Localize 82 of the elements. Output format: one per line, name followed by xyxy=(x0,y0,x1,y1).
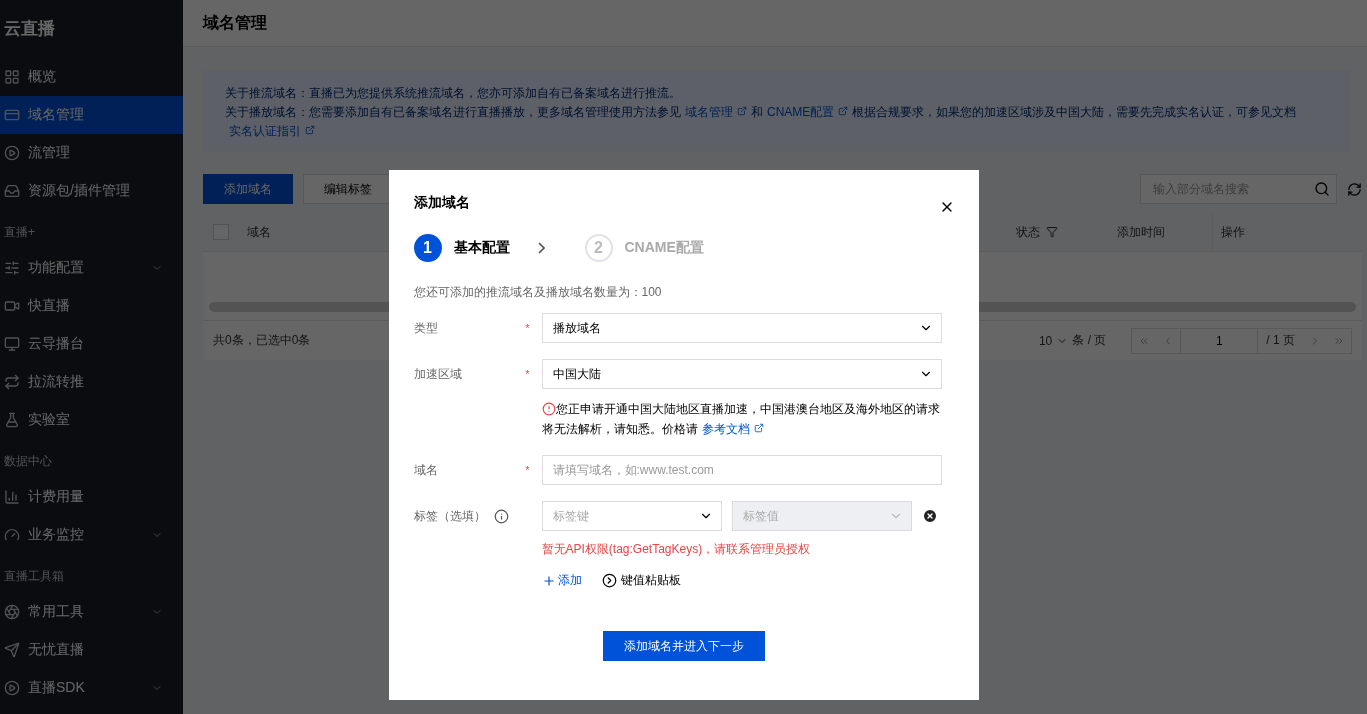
external-link-icon xyxy=(753,423,764,433)
required-mark: * xyxy=(525,463,531,478)
alert-icon xyxy=(541,402,556,416)
search-icon xyxy=(1314,181,1330,197)
field-label: 域名 xyxy=(413,461,438,479)
refresh-icon[interactable] xyxy=(1347,181,1362,197)
sidebar-item[interactable]: 资源包/插件管理 xyxy=(0,172,183,210)
sidebar-item[interactable]: 常用工具 xyxy=(0,593,183,631)
required-mark: * xyxy=(525,321,531,336)
sidebar-item[interactable]: 功能配置 xyxy=(0,249,183,287)
sidebar-item[interactable]: 实验室 xyxy=(0,401,183,439)
external-link-icon xyxy=(737,106,747,116)
notice-text: 关于播放域名：您需要添加自有已备案域名进行直播播放，更多域名管理使用方法参见 域名管理 和 CNAME配置 根据合规要求，如果您的加速区域涉及中国大陆，需要先完成实名认证，可参见文档 实名认证指引 xyxy=(225,104,1298,140)
remove-icon[interactable] xyxy=(921,508,938,524)
column-header: 域名 xyxy=(247,223,271,241)
text-link[interactable]: 参考文档 xyxy=(701,422,750,436)
text-link[interactable]: CNAME配置 xyxy=(767,105,835,119)
warning-message: 您正申请开通中国大陆地区直播加速，中国港澳台地区及海外地区的请求将无法解析，请知悉。价格请 参考文档 xyxy=(541,401,941,438)
step-number: 2 xyxy=(584,234,613,262)
sidebar-title: 云直播 xyxy=(3,18,56,40)
error-message: 暂无API权限(tag:GetTagKeys)，请联系管理员授权 xyxy=(541,541,812,558)
column-header: 状态 xyxy=(1016,223,1040,241)
external-link-icon xyxy=(838,106,849,116)
page-size-unit: 条 / 页 xyxy=(1072,332,1107,349)
sidebar-item[interactable]: 域名管理 xyxy=(0,96,183,134)
select-field[interactable]: 中国大陆 xyxy=(541,359,942,389)
grid-icon xyxy=(4,69,20,85)
required-mark: * xyxy=(525,367,531,382)
step-number: 1 xyxy=(413,234,442,262)
sidebar-item[interactable]: 无忧直播 xyxy=(0,631,183,669)
sidebar-item[interactable]: 计费用量 xyxy=(0,478,183,516)
external-link-icon xyxy=(305,125,315,135)
domain-input-field[interactable]: 请填写域名，如:www.test.com xyxy=(541,455,942,485)
column-header: 添加时间 xyxy=(1117,223,1165,241)
aperture-icon xyxy=(4,604,20,620)
text-link[interactable]: 实名认证指引 xyxy=(229,124,301,138)
select-field[interactable]: 播放域名 xyxy=(541,313,942,343)
tag-key-select[interactable]: 标签键 xyxy=(541,501,722,531)
inbox-icon xyxy=(4,183,20,199)
step-label: 基本配置 xyxy=(453,239,510,257)
add-link[interactable]: 添加 xyxy=(541,572,582,589)
card-icon xyxy=(4,107,20,123)
text-link[interactable]: 域名管理 xyxy=(685,105,733,119)
info-icon[interactable] xyxy=(493,508,509,524)
page-total: / 1 页 xyxy=(1265,332,1296,349)
gauge-icon xyxy=(4,527,20,543)
sidebar-item[interactable]: 业务监控 xyxy=(0,516,183,554)
modal-title: 添加域名 xyxy=(413,194,470,212)
page-size-select[interactable]: 10 xyxy=(1038,333,1053,348)
clipboard-link[interactable]: 键值粘贴板 xyxy=(601,572,681,589)
video-icon xyxy=(4,298,20,314)
notice-text: 关于推流域名：直播已为您提供系统推流域名，您亦可添加自有已备案域名进行推流。 xyxy=(225,85,682,102)
field-label: 加速区域 xyxy=(413,365,462,383)
play-circle-icon xyxy=(4,145,20,161)
column-header: 操作 xyxy=(1221,223,1245,241)
chevron-circle-icon xyxy=(601,573,617,588)
sliders-icon xyxy=(4,260,20,276)
chevron-right-icon xyxy=(537,242,545,254)
field-label: 类型 xyxy=(413,319,438,337)
summary-text: 共0条，已选中0条 xyxy=(213,332,311,349)
page-input[interactable]: 1 xyxy=(1180,328,1259,353)
monitor-icon xyxy=(4,336,20,352)
page-title: 域名管理 xyxy=(183,0,1367,47)
step-label: CNAME配置 xyxy=(624,239,704,257)
repeat-icon xyxy=(4,374,20,390)
flask-icon xyxy=(4,412,20,428)
send-icon xyxy=(4,642,20,658)
sidebar-item[interactable]: 流管理 xyxy=(0,134,183,172)
filter-icon[interactable] xyxy=(1046,226,1058,238)
sidebar-item[interactable]: 快直播 xyxy=(0,287,183,325)
toolbar-button[interactable]: 添加域名 xyxy=(203,174,293,204)
field-label: 标签（选填） xyxy=(413,507,486,525)
bar-chart-icon xyxy=(4,489,20,505)
quota-text: 您还可添加的推流域名及播放域名数量为：100 xyxy=(413,284,663,301)
sidebar-item[interactable]: 拉流转推 xyxy=(0,363,183,401)
sidebar-item[interactable]: 云导播台 xyxy=(0,325,183,363)
sidebar-item[interactable]: 直播SDK xyxy=(0,669,183,707)
sidebar-item[interactable]: 概览 xyxy=(0,58,183,96)
plus-icon xyxy=(541,573,556,588)
pager[interactable]: 1 / 1 页 xyxy=(1131,327,1352,354)
submit-button[interactable]: 添加域名并进入下一步 xyxy=(602,631,765,661)
play-circle-icon xyxy=(4,680,20,696)
